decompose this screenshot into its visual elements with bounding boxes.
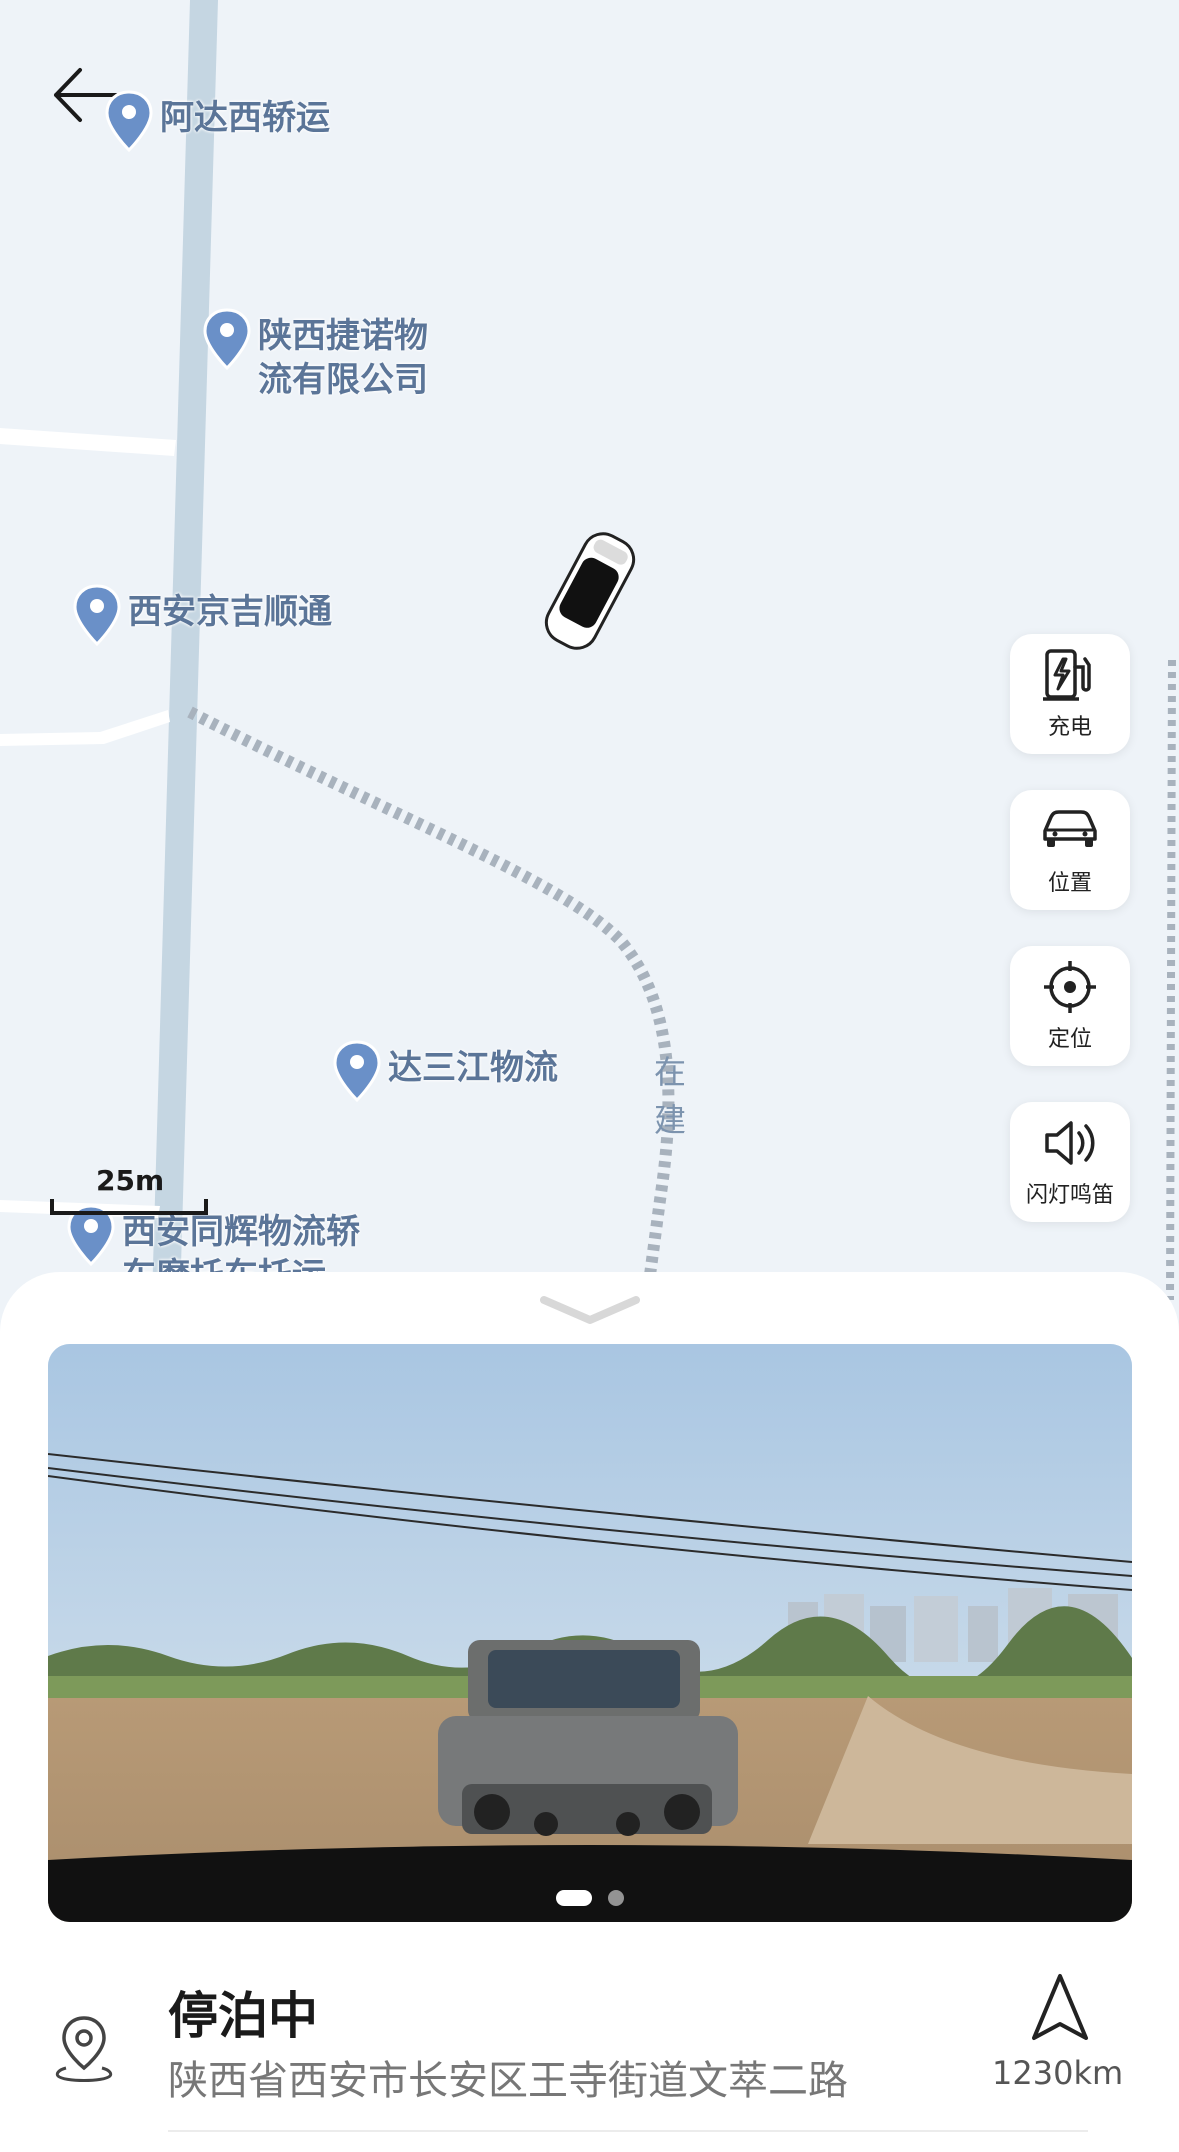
poi-label: 陕西捷诺物 流有限公司 (258, 316, 428, 400)
map-side-buttons: 充电 位置 定位 闪灯鸣笛 (1010, 634, 1132, 1258)
car-marker-icon[interactable] (540, 526, 640, 656)
poi-label: 西安京吉顺通 (128, 592, 332, 632)
speaker-icon (1045, 1121, 1095, 1165)
flash-horn-button[interactable]: 闪灯鸣笛 (1010, 1102, 1130, 1222)
carousel-dot[interactable] (608, 1890, 624, 1906)
poi-marker[interactable]: 达三江物流 (332, 1040, 558, 1102)
map-view[interactable]: 阿达西轿运 陕西捷诺物 流有限公司 西安京吉顺通 达三江物流 西安同辉物流轿 车… (0, 0, 1179, 1300)
map-pin-icon (73, 584, 121, 646)
parking-status: 停泊中 (168, 1987, 318, 2045)
map-scale: 25m (50, 1164, 210, 1215)
poi-label: 达三江物流 (388, 1048, 558, 1088)
scale-bar (50, 1199, 208, 1215)
divider (168, 2130, 1088, 2132)
navigate-icon[interactable] (1028, 1972, 1092, 2044)
poi-marker[interactable]: 西安京吉顺通 (72, 584, 332, 646)
map-pin-icon (333, 1040, 381, 1102)
scale-label: 25m (96, 1164, 165, 1197)
carousel-dot-active[interactable] (556, 1890, 592, 1906)
charge-label: 充电 (1047, 715, 1092, 740)
camera-image (48, 1344, 1132, 1922)
location-pin-icon (55, 2016, 113, 2082)
collapse-chevron-icon[interactable] (538, 1292, 642, 1328)
carousel-indicator[interactable] (48, 1890, 1132, 1906)
flash-horn-label: 闪灯鸣笛 (1025, 1183, 1114, 1208)
construction-label: 在 建 (653, 1053, 686, 1139)
map-pin-icon (105, 90, 153, 152)
car-position-label: 位置 (1047, 871, 1092, 896)
crosshair-icon (1044, 961, 1096, 1013)
charge-button[interactable]: 充电 (1010, 634, 1130, 754)
poi-label: 阿达西轿运 (160, 98, 330, 138)
locate-button[interactable]: 定位 (1010, 946, 1130, 1066)
map-pin-icon (203, 308, 251, 370)
car-position-button[interactable]: 位置 (1010, 790, 1130, 910)
distance-label: 1230km (992, 2054, 1124, 2092)
locate-label: 定位 (1047, 1027, 1092, 1052)
bottom-sheet: 停泊中 陕西省西安市长安区王寺街道文萃二路 1230km (0, 1272, 1179, 2152)
camera-preview[interactable] (48, 1344, 1132, 1922)
poi-marker[interactable]: 陕西捷诺物 流有限公司 (202, 308, 428, 402)
poi-marker[interactable]: 阿达西轿运 (104, 90, 330, 152)
car-icon (1043, 810, 1097, 847)
vehicle-status-row[interactable]: 停泊中 陕西省西安市长安区王寺街道文萃二路 1230km (0, 1952, 1179, 2132)
charging-station-icon (1043, 649, 1091, 701)
vehicle-address: 陕西省西安市长安区王寺街道文萃二路 (168, 2058, 848, 2104)
